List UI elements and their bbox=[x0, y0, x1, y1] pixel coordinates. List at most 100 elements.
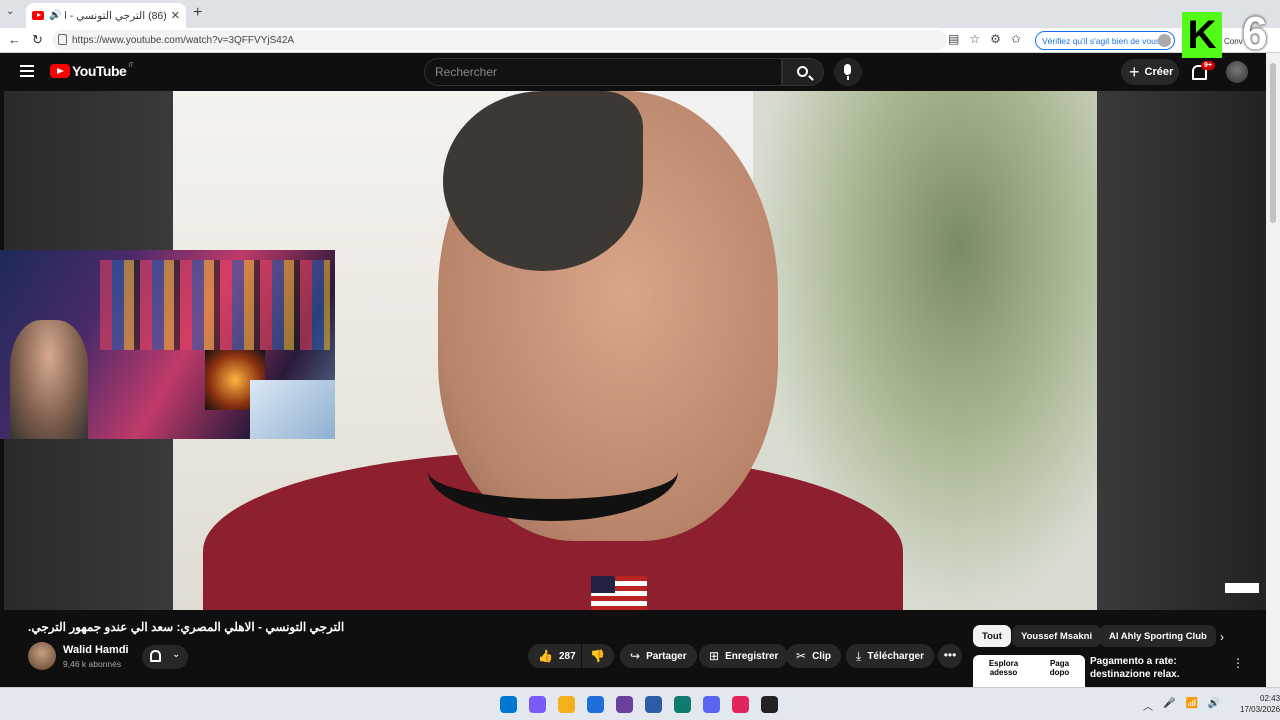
site-info-icon[interactable] bbox=[58, 34, 67, 45]
windows-taskbar: ︿ 🎤 📶 🔊 02:43 17/03/2026 bbox=[0, 687, 1280, 720]
ad-thumbnail[interactable]: Esplora adesso Paga dopo bbox=[973, 655, 1085, 687]
more-actions-button[interactable]: ••• bbox=[938, 644, 962, 668]
video-person-hair bbox=[443, 91, 643, 271]
reader-mode-icon[interactable]: ▤ bbox=[948, 32, 959, 46]
bell-icon bbox=[150, 650, 161, 662]
clock-date: 17/03/2026 bbox=[1240, 705, 1280, 714]
download-button[interactable]: ⤓ Télécharger bbox=[846, 644, 935, 668]
overlay-conv-text: Conv bbox=[1224, 37, 1243, 46]
favorite-star-icon[interactable]: ☆ bbox=[969, 32, 980, 46]
page-scrollbar[interactable] bbox=[1266, 53, 1280, 687]
youtube-favicon-icon bbox=[32, 11, 44, 20]
youtube-play-icon bbox=[50, 64, 70, 78]
save-label: Enregistrer bbox=[725, 650, 779, 662]
scrollbar-thumb[interactable] bbox=[1270, 63, 1276, 223]
reload-icon[interactable]: ↻ bbox=[32, 32, 43, 48]
verify-text: Vérifiez qu'il s'agit bien de vous bbox=[1042, 35, 1161, 46]
thumbs-up-icon: 👍 bbox=[538, 649, 553, 663]
webcam-overlay bbox=[0, 250, 335, 439]
create-button[interactable]: + Créer bbox=[1121, 59, 1179, 85]
taskbar-start-icon[interactable] bbox=[500, 696, 517, 713]
account-avatar[interactable] bbox=[1226, 61, 1248, 83]
webcam-streamer bbox=[10, 320, 88, 439]
kick-overlay: K Conv 6 bbox=[1176, 2, 1280, 60]
video-person-collar bbox=[428, 421, 678, 521]
verify-identity-banner[interactable]: Vérifiez qu'il s'agit bien de vous bbox=[1035, 31, 1175, 50]
hamburger-menu-icon[interactable] bbox=[20, 65, 34, 80]
video-watermark bbox=[1225, 583, 1259, 593]
save-button[interactable]: ⊞ Enregistrer bbox=[699, 644, 789, 668]
url-text: https://www.youtube.com/watch?v=3QFFVYjS… bbox=[72, 34, 295, 46]
download-label: Télécharger bbox=[867, 650, 925, 662]
voice-search-mic-icon[interactable] bbox=[834, 58, 862, 86]
dislike-button[interactable]: 👎 bbox=[582, 644, 614, 668]
new-tab-button[interactable]: + bbox=[193, 4, 202, 22]
chip-all[interactable]: Tout bbox=[973, 625, 1011, 647]
like-count: 287 bbox=[558, 650, 576, 662]
ad-thumb-left-text: Esplora adesso bbox=[988, 659, 1019, 677]
extensions-icon[interactable]: ⚙ bbox=[990, 32, 1001, 46]
channel-name[interactable]: Walid Hamdi bbox=[63, 644, 129, 656]
profile-avatar-icon[interactable] bbox=[1158, 34, 1171, 47]
subscribed-notifications-button[interactable]: ⌄ bbox=[142, 645, 188, 669]
clip-button[interactable]: ✂ Clip bbox=[786, 644, 841, 668]
ad-thumb-right-text: Paga dopo bbox=[1049, 659, 1070, 677]
chevron-right-icon[interactable]: › bbox=[1220, 630, 1224, 644]
taskbar-store-icon[interactable] bbox=[587, 696, 604, 713]
save-icon: ⊞ bbox=[709, 649, 720, 663]
volume-icon[interactable]: 🔊 bbox=[1208, 698, 1220, 713]
system-tray: ︿ 🎤 📶 🔊 bbox=[1143, 698, 1220, 713]
subscriber-count: 9,46 k abonnés bbox=[63, 659, 122, 669]
taskbar-app-dark-icon[interactable] bbox=[761, 696, 778, 713]
ad-title[interactable]: Pagamento a rate: destinazione relax. bbox=[1090, 655, 1228, 681]
notification-badge: 9+ bbox=[1201, 61, 1215, 70]
channel-avatar[interactable] bbox=[28, 642, 56, 670]
thumbs-down-icon: 👎 bbox=[590, 649, 605, 663]
taskbar-app-purple-icon[interactable] bbox=[616, 696, 633, 713]
search-button[interactable] bbox=[782, 58, 824, 86]
video-info: الترجي التونسي - الاهلي المصري: سعد الي … bbox=[4, 610, 1266, 687]
speaker-icon[interactable]: 🔊 bbox=[49, 10, 61, 21]
us-flag-patch bbox=[591, 576, 647, 610]
share-icon: ↪ bbox=[630, 649, 641, 663]
tab-list-dropdown[interactable]: ⌄ bbox=[6, 6, 14, 17]
taskbar-file-explorer-icon[interactable] bbox=[558, 696, 575, 713]
microphone-icon[interactable]: 🎤 bbox=[1163, 698, 1175, 713]
taskbar-copilot-icon[interactable] bbox=[529, 696, 546, 713]
tray-chevron-icon[interactable]: ︿ bbox=[1143, 698, 1153, 713]
webcam-monitor bbox=[250, 380, 335, 439]
toolbar-icons: ▤ ☆ ⚙ ✩ bbox=[948, 32, 1021, 46]
chip-al-ahly[interactable]: Al Ahly Sporting Club bbox=[1100, 625, 1216, 647]
plus-icon: + bbox=[1129, 61, 1140, 82]
browser-tab-active[interactable]: 🔊 (86) الترجي التونسي - الاهلي ال ✕ bbox=[26, 3, 186, 28]
share-button[interactable]: ↪ Partager bbox=[620, 644, 697, 668]
ad-menu-icon[interactable]: ⋮ bbox=[1232, 656, 1244, 670]
webcam-wall-decor bbox=[100, 260, 330, 350]
back-arrow-icon[interactable]: ← bbox=[8, 32, 21, 47]
search-icon bbox=[797, 66, 808, 77]
wifi-icon[interactable]: 📶 bbox=[1185, 698, 1197, 713]
search-input[interactable]: Rechercher bbox=[424, 58, 782, 86]
share-label: Partager bbox=[646, 650, 687, 662]
favorites-icon[interactable]: ✩ bbox=[1011, 32, 1021, 46]
taskbar-app-red-icon[interactable] bbox=[732, 696, 749, 713]
taskbar-edge-icon[interactable] bbox=[674, 696, 691, 713]
taskbar-discord-icon[interactable] bbox=[703, 696, 720, 713]
scissors-icon: ✂ bbox=[796, 649, 807, 663]
download-icon: ⤓ bbox=[856, 648, 862, 663]
browser-toolbar: ← ↻ https://www.youtube.com/watch?v=3QFF… bbox=[0, 28, 1280, 53]
tab-title: (86) الترجي التونسي - الاهلي ال bbox=[65, 9, 167, 22]
video-title: الترجي التونسي - الاهلي المصري: سعد الي … bbox=[28, 620, 345, 634]
taskbar-clock[interactable]: 02:43 17/03/2026 bbox=[1240, 693, 1280, 715]
clip-label: Clip bbox=[812, 650, 831, 662]
youtube-logo-text: YouTube bbox=[72, 63, 127, 79]
like-button[interactable]: 👍 287 bbox=[528, 644, 581, 668]
address-bar[interactable]: https://www.youtube.com/watch?v=3QFFVYjS… bbox=[52, 30, 947, 50]
kick-logo: K bbox=[1182, 12, 1222, 58]
close-tab-icon[interactable]: ✕ bbox=[171, 9, 180, 22]
taskbar-app-blue-icon[interactable] bbox=[645, 696, 662, 713]
create-label: Créer bbox=[1144, 66, 1174, 78]
youtube-logo[interactable]: YouTube IT bbox=[50, 63, 134, 79]
youtube-header: YouTube IT Rechercher + Créer 9+ bbox=[4, 53, 1266, 91]
chip-youssef-msakni[interactable]: Youssef Msakni bbox=[1012, 625, 1102, 647]
